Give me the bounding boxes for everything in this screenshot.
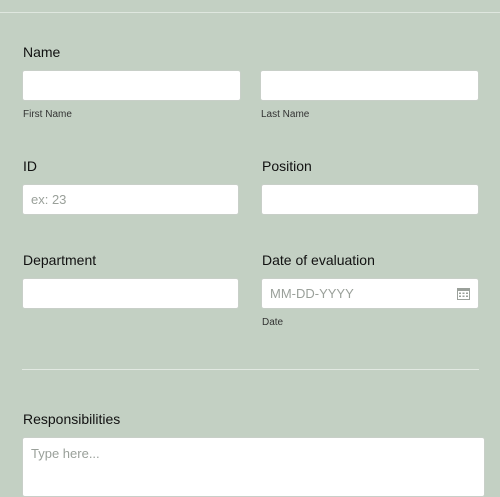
last-name-input[interactable] [260, 70, 479, 101]
date-sublabel: Date [262, 317, 284, 328]
top-divider [0, 12, 500, 13]
calendar-icon[interactable] [457, 287, 470, 300]
first-name-input[interactable] [22, 70, 241, 101]
id-label: ID [23, 158, 37, 174]
position-input[interactable] [261, 184, 479, 215]
first-name-sublabel: First Name [23, 109, 72, 120]
responsibilities-textarea[interactable] [22, 437, 485, 497]
department-label: Department [23, 252, 97, 268]
last-name-sublabel: Last Name [261, 109, 310, 120]
name-label: Name [23, 44, 61, 60]
id-input[interactable] [22, 184, 239, 215]
date-of-evaluation-label: Date of evaluation [262, 252, 375, 268]
position-label: Position [262, 158, 312, 174]
department-input[interactable] [22, 278, 239, 309]
responsibilities-label: Responsibilities [23, 411, 121, 427]
date-input[interactable] [261, 278, 479, 309]
section-divider [22, 369, 479, 370]
